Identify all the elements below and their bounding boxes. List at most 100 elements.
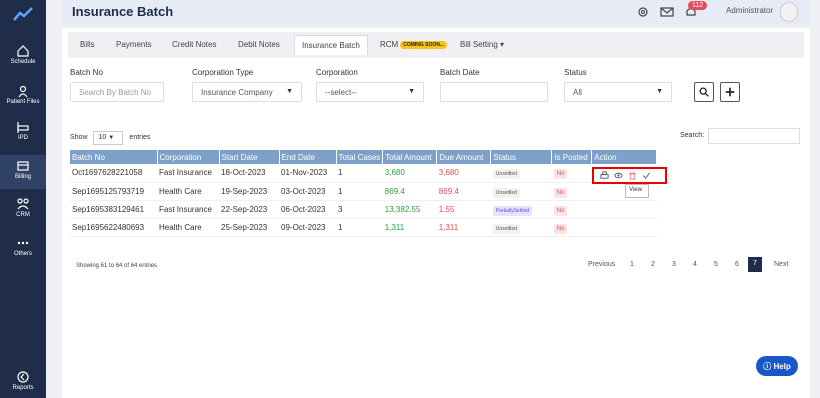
print-icon[interactable] [600,171,609,180]
chevron-down-icon: ▼ [108,135,115,141]
tab-debit-notes[interactable]: Debit Notes [238,40,280,49]
entries-label: entries [129,134,151,141]
cell-total-cases: 1 [336,218,383,237]
help-label: Help [773,362,791,371]
status-label: Status [564,68,587,77]
cell-end-date: 06-Oct-2023 [279,200,336,219]
delete-icon[interactable] [628,171,637,180]
cell-start-date: 18-Oct-2023 [219,164,279,183]
col-end-date[interactable]: End Date [279,150,337,164]
logo-icon [13,7,33,21]
sidebar-item-crm[interactable]: CRM [0,197,46,218]
pagination-page-6[interactable]: 6 [735,261,739,268]
tab-insurance-batch[interactable]: Insurance Batch [294,35,368,55]
col-corporation[interactable]: Corporation [157,150,220,164]
help-button[interactable]: ⓘ Help [756,356,798,376]
coming-soon-badge: COMING SOON... [400,40,448,49]
top-header: Insurance Batch 112 Administrator [62,0,810,24]
entries-value: 10 [98,134,107,141]
chevron-down-icon: ▼ [656,88,663,95]
col-action: Action [591,150,658,164]
row-actions-highlight [592,167,667,184]
tab-bar: Bills Payments Credit Notes Debit Notes … [68,32,804,58]
cell-status: Unsettled [490,182,552,201]
sidebar-item-label: IPD [17,135,28,141]
sidebar-item-patient-files[interactable]: Patient Files [0,84,46,105]
tab-bills[interactable]: Bills [80,40,95,49]
cell-batch-no: Sep1695622480693 [70,218,157,237]
pagination-page-5[interactable]: 5 [714,261,718,268]
view-tooltip: View [625,184,649,198]
sidebar-item-ipd[interactable]: IPD [0,120,46,141]
tab-credit-notes[interactable]: Credit Notes [172,40,216,49]
col-is-posted[interactable]: Is Posted [551,150,593,164]
table-row: Sep1695383129461 Fast Insurance 22-Sep-2… [70,200,657,219]
batch-date-input[interactable] [440,82,548,102]
avatar[interactable] [780,2,798,22]
sidebar-item-label: Patient Files [6,99,40,105]
add-batch-button[interactable] [720,82,740,102]
sidebar-item-label: Billing [14,174,31,180]
showing-entries-text: Showing 61 to 64 of 64 entries [76,263,158,269]
sidebar-item-reports[interactable]: Reports [0,370,46,391]
pagination-page-2[interactable]: 2 [651,261,655,268]
col-status[interactable]: Status [490,150,553,164]
search-icon [699,87,709,97]
posted-badge: No [553,169,568,180]
more-icon [17,241,29,245]
col-total-cases[interactable]: Total Cases [336,150,384,164]
table-row: Oct1697628221058 Fast Insurance 18-Oct-2… [70,164,657,183]
tab-rcm[interactable]: RCM COMING SOON... [380,40,448,49]
view-icon[interactable] [614,171,623,180]
cell-total-amount: 13,382.55 [382,200,437,219]
entries-select[interactable]: 10 ▼ [93,131,124,145]
bed-icon [17,122,29,133]
search-button[interactable] [694,82,714,102]
sidebar-item-label: Reports [12,385,34,391]
col-start-date[interactable]: Start Date [219,150,280,164]
status-badge: PartiallySettled [492,205,533,216]
check-icon[interactable] [642,171,651,180]
pagination-previous[interactable]: Previous [588,261,615,268]
page-title: Insurance Batch [72,4,174,19]
cell-batch-no: Oct1697628221058 [70,164,157,183]
batch-no-input[interactable]: Search By Batch No [70,82,164,102]
pagination-next[interactable]: Next [774,261,788,268]
pagination-page-4[interactable]: 4 [693,261,697,268]
sidebar-item-label: CRM [16,212,30,218]
col-batch-no[interactable]: Batch No [70,150,158,164]
mail-icon[interactable] [660,5,674,19]
cell-end-date: 09-Oct-2023 [279,218,336,237]
cell-is-posted: No [551,164,592,183]
cell-is-posted: No [551,218,592,237]
corporation-select[interactable]: --select-- ▼ [316,82,424,102]
user-name[interactable]: Administrator [726,6,773,15]
tab-payments[interactable]: Payments [116,40,152,49]
cell-total-cases: 1 [336,182,383,201]
pagination-page-7[interactable]: 7 [748,257,762,272]
status-value: All [573,88,582,97]
settings-icon[interactable] [636,5,650,19]
sidebar-item-schedule[interactable]: Schedule [0,44,46,65]
status-badge: Unsettled [492,187,520,198]
billing-icon [17,161,29,171]
corporation-label: Corporation [316,68,358,77]
pagination-page-1[interactable]: 1 [630,261,634,268]
cell-total-amount: 1,311 [382,218,437,237]
help-icon: ⓘ [763,362,772,371]
col-total-amount[interactable]: Total Amount [382,150,438,164]
posted-badge: No [553,205,568,216]
cell-start-date: 25-Sep-2023 [219,218,279,237]
sidebar-item-billing[interactable]: Billing [0,155,46,189]
table-search-input[interactable] [708,128,800,144]
pagination-page-3[interactable]: 3 [672,261,676,268]
status-select[interactable]: All ▼ [564,82,672,102]
cell-due-amount: 1,311 [436,218,491,237]
cell-corporation: Fast Insurance [157,200,219,219]
corporation-type-select[interactable]: Insurance Company ▼ [192,82,302,102]
sidebar-item-others[interactable]: Others [0,236,46,257]
tab-bill-setting[interactable]: Bill Setting ▾ [460,40,504,49]
cell-batch-no: Sep1695383129461 [70,200,157,219]
col-due-amount[interactable]: Due Amount [436,150,492,164]
chevron-down-icon: ▼ [286,88,293,95]
